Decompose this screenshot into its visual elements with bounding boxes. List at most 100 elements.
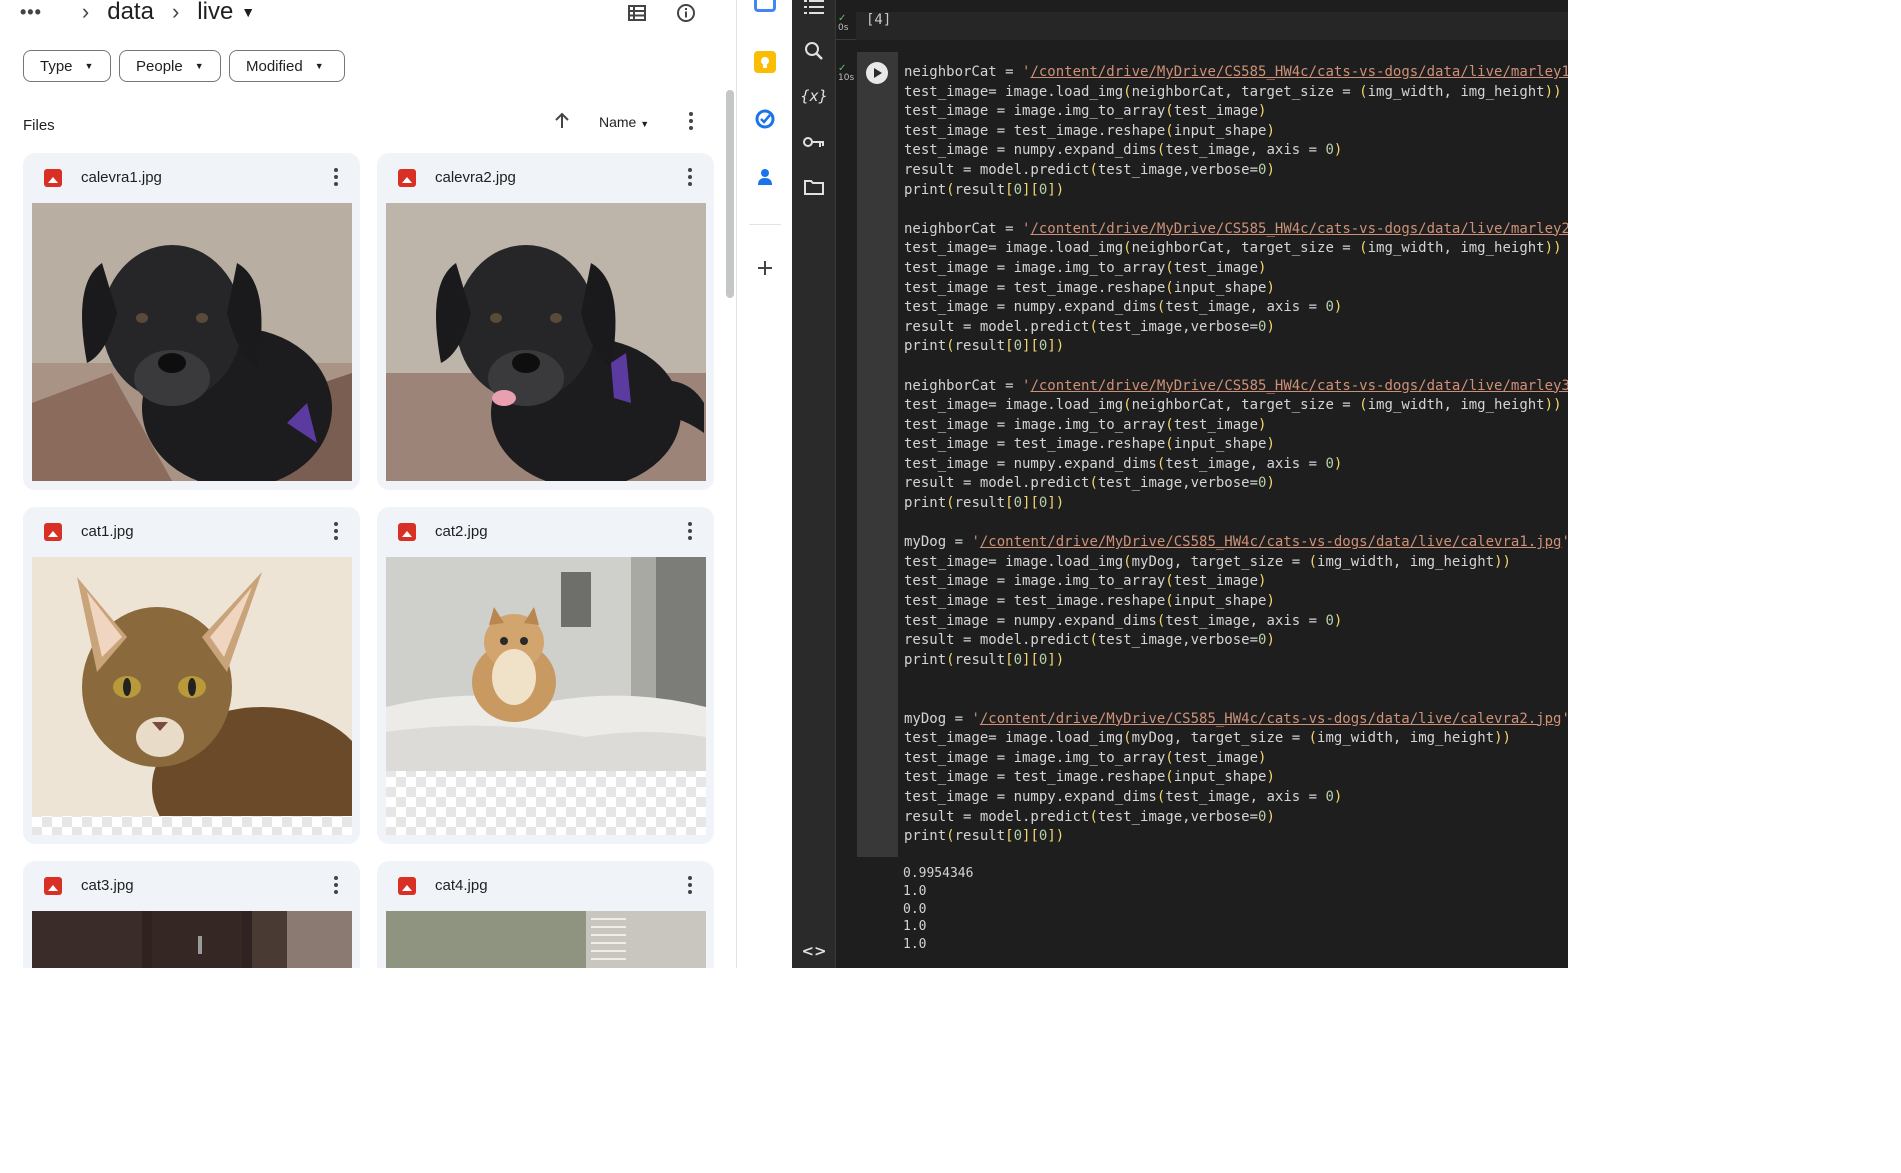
type-filter-chip[interactable]: Type ▼ bbox=[23, 50, 111, 82]
file-more-icon[interactable] bbox=[680, 875, 700, 895]
file-card[interactable]: cat3.jpg bbox=[23, 861, 360, 968]
code-line: test_image = image.img_to_array(test_ima… bbox=[904, 573, 1267, 590]
file-thumbnail[interactable] bbox=[386, 557, 706, 835]
code-line: test_image = test_image.reshape(input_sh… bbox=[904, 122, 1275, 139]
check-icon: ✓ bbox=[838, 63, 847, 74]
code-line: test_image = numpy.expand_dims(test_imag… bbox=[904, 612, 1343, 629]
file-more-icon[interactable] bbox=[326, 521, 346, 541]
colab-sidebar: {x} <> bbox=[792, 0, 836, 968]
code-line: print(result[0][0]) bbox=[904, 338, 1065, 355]
previous-code-cell[interactable]: ✓ 0s [4] bbox=[836, 0, 1568, 40]
breadcrumb-folder-data[interactable]: data bbox=[107, 0, 154, 26]
code-snippets-icon[interactable]: <> bbox=[801, 940, 826, 962]
file-thumbnail[interactable] bbox=[386, 911, 706, 968]
code-line: print(result[0][0]) bbox=[904, 495, 1065, 512]
variables-icon[interactable]: {x} bbox=[800, 85, 828, 107]
modified-filter-label: Modified bbox=[246, 57, 303, 75]
caret-down-icon[interactable]: ▼ bbox=[241, 4, 255, 20]
file-thumbnail[interactable] bbox=[32, 557, 352, 835]
file-card[interactable]: cat2.jpg bbox=[377, 507, 714, 844]
drive-scrollbar[interactable] bbox=[726, 90, 734, 298]
tasks-icon[interactable] bbox=[754, 108, 776, 130]
file-more-icon[interactable] bbox=[680, 521, 700, 541]
dropdown-arrow-icon: ▼ bbox=[640, 119, 650, 129]
sort-by-name-button[interactable]: Name ▼ bbox=[599, 114, 649, 130]
file-name: calevra2.jpg bbox=[435, 169, 516, 186]
file-card[interactable]: cat1.jpg bbox=[23, 507, 360, 844]
keep-icon[interactable] bbox=[754, 51, 776, 73]
code-line-load: test_image= image.load_img(myDog, target… bbox=[904, 553, 1511, 570]
file-card[interactable]: cat4.jpg bbox=[377, 861, 714, 968]
files-section-label: Files bbox=[23, 117, 55, 134]
file-card-header: cat1.jpg bbox=[23, 507, 360, 555]
file-card[interactable]: calevra1.jpg bbox=[23, 153, 360, 490]
file-name: cat4.jpg bbox=[435, 877, 488, 894]
breadcrumb-folder-live[interactable]: live bbox=[197, 0, 233, 26]
code-line-load: test_image= image.load_img(myDog, target… bbox=[904, 730, 1511, 747]
run-cell-button[interactable] bbox=[866, 62, 888, 84]
drive-pane: ••• › data › live ▼ Type ▼ People ▼ Modifi… bbox=[0, 0, 736, 968]
check-icon: ✓ bbox=[838, 13, 847, 24]
file-more-icon[interactable] bbox=[326, 875, 346, 895]
add-icon[interactable] bbox=[754, 257, 776, 279]
code-line-path: neighborCat = '/content/drive/MyDrive/CS… bbox=[904, 64, 1568, 80]
file-name: cat1.jpg bbox=[81, 523, 134, 540]
code-cell[interactable]: neighborCat = '/content/drive/MyDrive/CS… bbox=[857, 52, 1568, 857]
table-of-contents-icon[interactable] bbox=[803, 0, 825, 18]
code-line: result = model.predict(test_image,verbos… bbox=[904, 475, 1275, 492]
code-line: print(result[0][0]) bbox=[904, 828, 1065, 845]
file-name: calevra1.jpg bbox=[81, 169, 162, 186]
search-icon[interactable] bbox=[803, 40, 825, 62]
previous-cell-status: ✓ 0s bbox=[838, 13, 849, 34]
code-line-path: neighborCat = '/content/drive/MyDrive/CS… bbox=[904, 377, 1568, 394]
file-thumbnail[interactable] bbox=[32, 911, 352, 968]
cell-output: 0.9954346 1.0 0.0 1.0 1.0 bbox=[857, 857, 1568, 968]
code-line-load: test_image= image.load_img(neighborCat, … bbox=[904, 397, 1562, 414]
secrets-key-icon[interactable] bbox=[803, 131, 825, 153]
previous-cell-input[interactable] bbox=[856, 12, 1568, 40]
contacts-icon[interactable] bbox=[754, 166, 776, 188]
people-filter-chip[interactable]: People ▼ bbox=[119, 50, 221, 82]
code-line: print(result[0][0]) bbox=[904, 651, 1065, 668]
file-more-icon[interactable] bbox=[680, 167, 700, 187]
chevron-right-icon: › bbox=[171, 0, 180, 24]
file-card[interactable]: calevra2.jpg bbox=[377, 153, 714, 490]
image-file-icon bbox=[44, 169, 62, 187]
code-line: result = model.predict(test_image,verbos… bbox=[904, 808, 1275, 825]
code-line: test_image = numpy.expand_dims(test_imag… bbox=[904, 455, 1343, 472]
list-view-icon[interactable] bbox=[624, 0, 650, 26]
cell-status: ✓ 10s bbox=[838, 63, 855, 84]
image-file-icon bbox=[398, 169, 416, 187]
code-text[interactable]: neighborCat = '/content/drive/MyDrive/CS… bbox=[904, 63, 1568, 847]
calendar-icon[interactable] bbox=[754, 0, 776, 12]
file-card-header: cat4.jpg bbox=[377, 861, 714, 909]
code-line: print(result[0][0]) bbox=[904, 181, 1065, 198]
file-thumbnail[interactable] bbox=[386, 203, 706, 481]
code-line: test_image = test_image.reshape(input_sh… bbox=[904, 769, 1275, 786]
image-file-icon bbox=[44, 523, 62, 541]
modified-filter-chip[interactable]: Modified ▼ bbox=[229, 50, 345, 82]
rail-divider bbox=[749, 224, 781, 225]
code-line: result = model.predict(test_image,verbos… bbox=[904, 161, 1275, 178]
file-thumbnail[interactable] bbox=[32, 203, 352, 481]
code-line: test_image = numpy.expand_dims(test_imag… bbox=[904, 299, 1343, 316]
code-line: test_image = test_image.reshape(input_sh… bbox=[904, 436, 1275, 453]
sort-direction-icon[interactable] bbox=[551, 110, 573, 132]
file-card-header: cat2.jpg bbox=[377, 507, 714, 555]
side-panel-rail bbox=[736, 0, 792, 968]
code-line: result = model.predict(test_image,verbos… bbox=[904, 318, 1275, 335]
more-options-icon[interactable] bbox=[681, 111, 701, 131]
dropdown-arrow-icon: ▼ bbox=[194, 61, 204, 71]
code-editor[interactable]: neighborCat = '/content/drive/MyDrive/CS… bbox=[898, 52, 1568, 857]
file-more-icon[interactable] bbox=[326, 167, 346, 187]
breadcrumb-more-button[interactable]: ••• bbox=[20, 2, 42, 23]
files-folder-icon[interactable] bbox=[803, 176, 825, 198]
image-file-icon bbox=[44, 877, 62, 895]
info-icon[interactable] bbox=[673, 0, 699, 26]
dropdown-arrow-icon: ▼ bbox=[84, 61, 94, 71]
code-line-path: myDog = '/content/drive/MyDrive/CS585_HW… bbox=[904, 710, 1568, 727]
